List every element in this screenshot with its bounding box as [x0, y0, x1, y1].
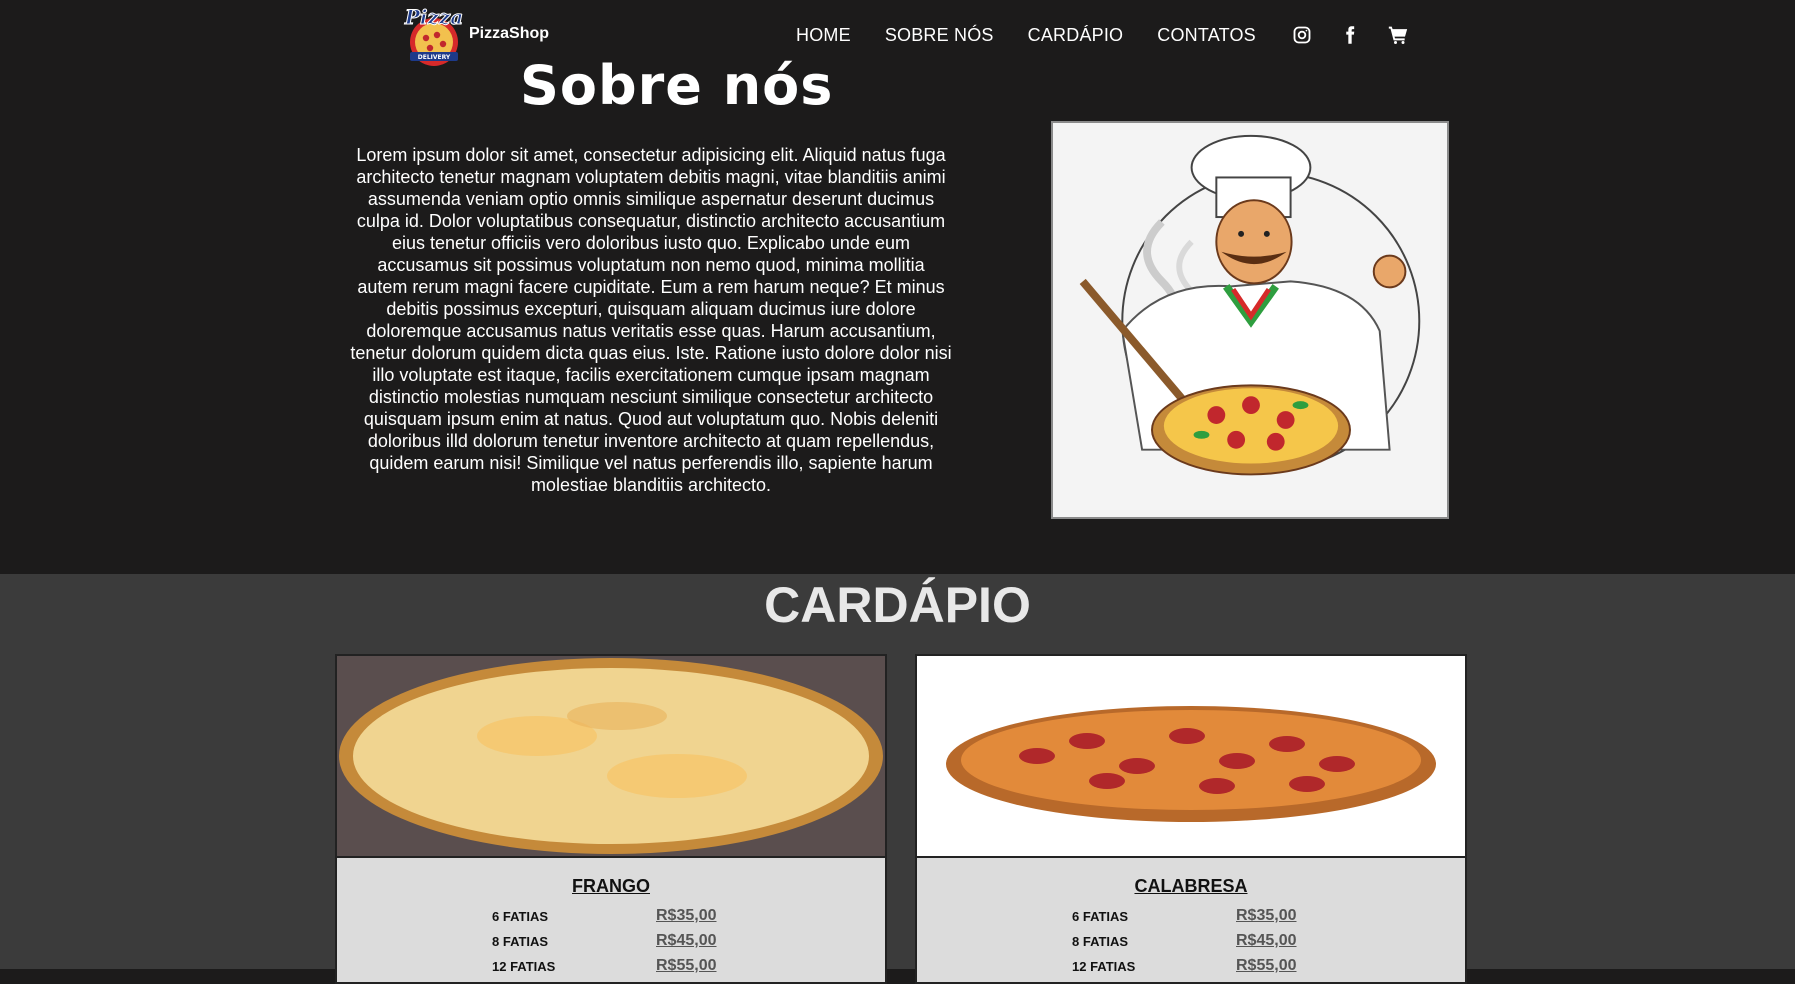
svg-text:DELIVERY: DELIVERY [418, 54, 451, 61]
pizza-name-link[interactable]: FRANGO [337, 876, 885, 897]
nav-sobre-link[interactable]: SOBRE NÓS [885, 25, 994, 46]
price-link[interactable]: R$35,00 [656, 907, 717, 925]
price-link[interactable]: R$35,00 [1236, 907, 1297, 925]
facebook-icon[interactable] [1338, 23, 1362, 47]
slices-label: 12 FATIAS [492, 959, 556, 974]
price-link[interactable]: R$45,00 [1236, 932, 1297, 950]
about-title: Sobre nós [520, 54, 834, 117]
price-row: 6 FATIAS R$35,00 [337, 903, 885, 928]
main-nav: HOME SOBRE NÓS CARDÁPIO CONTATOS [796, 23, 1434, 47]
nav-home-link[interactable]: HOME [796, 25, 851, 46]
nav-cardapio-link[interactable]: CARDÁPIO [1028, 25, 1124, 46]
slices-label: 6 FATIAS [492, 909, 549, 924]
nav-contatos-link[interactable]: CONTATOS [1157, 25, 1256, 46]
brand-name[interactable]: PizzaShop [469, 25, 549, 43]
svg-text:Pizza: Pizza [404, 5, 463, 29]
price-link[interactable]: R$55,00 [656, 957, 717, 975]
price-row: 12 FATIAS R$55,00 [917, 953, 1465, 978]
about-section: DELIVERY Pizza PizzaShop HOME SOBRE NÓS … [0, 0, 1795, 574]
menu-card-body: CALABRESA 6 FATIAS R$35,00 8 FATIAS R$45… [917, 858, 1465, 978]
about-text: Lorem ipsum dolor sit amet, consectetur … [350, 145, 952, 495]
chef-illustration [1079, 134, 1421, 476]
menu-card-calabresa[interactable]: CALABRESA 6 FATIAS R$35,00 8 FATIAS R$45… [915, 654, 1467, 984]
price-row: 8 FATIAS R$45,00 [337, 928, 885, 953]
chef-image [1051, 121, 1449, 519]
frango-pizza-image [337, 656, 885, 858]
slices-label: 8 FATIAS [1072, 934, 1129, 949]
slices-label: 12 FATIAS [1072, 959, 1136, 974]
price-row: 6 FATIAS R$35,00 [917, 903, 1465, 928]
menu-title: CARDÁPIO [764, 577, 1031, 633]
menu-section: CARDÁPIO FRANGO 6 FATIAS R$35,00 8 FATIA… [0, 574, 1795, 984]
pizza-name-link[interactable]: CALABRESA [917, 876, 1465, 897]
price-row: 8 FATIAS R$45,00 [917, 928, 1465, 953]
slices-label: 6 FATIAS [1072, 909, 1129, 924]
calabresa-pizza-image [917, 656, 1465, 858]
instagram-icon[interactable] [1290, 23, 1314, 47]
price-link[interactable]: R$45,00 [656, 932, 717, 950]
menu-card-body: FRANGO 6 FATIAS R$35,00 8 FATIAS R$45,00… [337, 858, 885, 978]
price-row: 12 FATIAS R$55,00 [337, 953, 885, 978]
pizza-delivery-logo[interactable]: DELIVERY Pizza [401, 2, 467, 68]
slices-label: 8 FATIAS [492, 934, 549, 949]
menu-card-frango[interactable]: FRANGO 6 FATIAS R$35,00 8 FATIAS R$45,00… [335, 654, 887, 984]
cart-icon[interactable] [1386, 23, 1410, 47]
price-link[interactable]: R$55,00 [1236, 957, 1297, 975]
